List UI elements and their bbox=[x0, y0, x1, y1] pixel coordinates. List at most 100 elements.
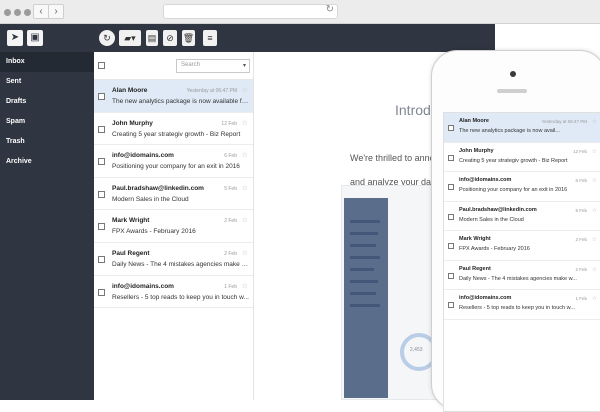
table-row[interactable]: Alan Moore The new analytics package is n… bbox=[444, 113, 600, 143]
star-icon[interactable]: ☆ bbox=[592, 207, 597, 214]
subject-line: Creating 5 year strategiv growth - Biz R… bbox=[112, 130, 241, 138]
spam-button[interactable]: ⊘ bbox=[163, 30, 177, 46]
row-checkbox[interactable] bbox=[98, 223, 105, 231]
phone-mockup: Alan Moore The new analytics package is n… bbox=[431, 50, 600, 412]
phone-screen: Alan Moore The new analytics package is n… bbox=[443, 112, 600, 412]
sender-name: Mark Wright bbox=[112, 217, 150, 225]
sidebar-item-archive[interactable]: Archive bbox=[0, 152, 94, 172]
delete-button[interactable]: 🗑 bbox=[182, 30, 195, 46]
chevron-down-icon[interactable]: ▾ bbox=[243, 62, 246, 69]
compose-button[interactable]: ➤ bbox=[7, 30, 23, 46]
row-checkbox[interactable] bbox=[98, 125, 105, 133]
address-bar[interactable]: ↻ bbox=[163, 4, 338, 19]
table-row[interactable]: Paul Regent Daily News - The 4 mistakes a… bbox=[94, 243, 253, 276]
search-placeholder: Search bbox=[181, 62, 201, 68]
star-icon[interactable]: ☆ bbox=[592, 236, 597, 243]
row-checkbox[interactable] bbox=[98, 190, 105, 198]
illustration-line bbox=[350, 256, 380, 259]
row-checkbox[interactable] bbox=[448, 272, 454, 279]
refresh-icon: ↻ bbox=[103, 33, 111, 43]
row-checkbox[interactable] bbox=[98, 255, 105, 263]
move-folder-button[interactable]: ▰▾ bbox=[119, 30, 141, 46]
archive-icon: ▤ bbox=[147, 33, 157, 43]
table-row[interactable]: John Murphy Creating 5 year strategiv gro… bbox=[94, 113, 253, 146]
illustration-sidebar bbox=[344, 198, 388, 398]
sender-name: Paul Regent bbox=[459, 265, 491, 272]
table-row[interactable]: Paul.bradshaw@linkedin.com Modern Sales i… bbox=[94, 178, 253, 211]
chevron-right-icon: › bbox=[54, 6, 58, 17]
sender-name: John Murphy bbox=[112, 119, 153, 127]
contacts-icon: ▣ bbox=[30, 32, 40, 43]
table-row[interactable]: Alan Moore The new analytics package is n… bbox=[94, 80, 253, 113]
table-row[interactable]: Mark Wright FPX Awards - February 2016 2 F… bbox=[444, 231, 600, 261]
refresh-button[interactable]: ↻ bbox=[99, 30, 115, 46]
reload-icon[interactable]: ↻ bbox=[326, 4, 334, 15]
chevron-left-icon: ‹ bbox=[39, 6, 43, 17]
subject-line: Modern Sales in the Cloud bbox=[112, 195, 189, 203]
menu-button[interactable]: ≡ bbox=[203, 30, 217, 46]
row-checkbox[interactable] bbox=[98, 158, 105, 166]
table-row[interactable]: info@idomains.com Positioning your compan… bbox=[94, 145, 253, 178]
row-checkbox[interactable] bbox=[448, 243, 454, 249]
block-icon: ⊘ bbox=[166, 33, 174, 43]
star-icon[interactable]: ☆ bbox=[242, 86, 248, 94]
star-icon[interactable]: ☆ bbox=[242, 282, 248, 290]
forward-button[interactable]: › bbox=[48, 4, 64, 19]
window-close-dot[interactable] bbox=[4, 9, 11, 16]
sidebar-item-inbox[interactable]: Inbox bbox=[0, 52, 94, 72]
date-label: 2 Feb bbox=[575, 266, 587, 272]
table-row[interactable]: info@idomains.com Resellers - 5 top reads… bbox=[94, 276, 253, 309]
star-icon[interactable]: ☆ bbox=[592, 177, 597, 184]
sender-name: Paul.bradshaw@linkedin.com bbox=[459, 206, 537, 213]
star-icon[interactable]: ☆ bbox=[242, 151, 248, 159]
back-button[interactable]: ‹ bbox=[33, 4, 49, 19]
row-checkbox[interactable] bbox=[448, 213, 454, 220]
sender-name: Paul.bradshaw@linkedin.com bbox=[112, 184, 204, 192]
star-icon[interactable]: ☆ bbox=[592, 295, 597, 302]
table-row[interactable]: Mark Wright FPX Awards - February 2016 2 F… bbox=[94, 210, 253, 243]
select-all-checkbox[interactable] bbox=[98, 62, 105, 69]
browser-window: ‹ › ↻ ➤ ▣ Inbox Sent Drafts Spam Trash A… bbox=[0, 0, 600, 412]
sidebar-item-drafts[interactable]: Drafts bbox=[0, 92, 94, 112]
row-checkbox[interactable] bbox=[448, 184, 454, 190]
table-row[interactable]: info@idomains.com Resellers - 5 top reads… bbox=[444, 290, 600, 320]
star-icon[interactable]: ☆ bbox=[242, 249, 248, 257]
star-icon[interactable]: ☆ bbox=[242, 216, 248, 224]
subject-line: Resellers - 5 top reads to keep you in t… bbox=[112, 293, 249, 301]
row-checkbox[interactable] bbox=[98, 288, 105, 296]
table-row[interactable]: Paul.bradshaw@linkedin.com Modern Sales i… bbox=[444, 202, 600, 231]
contacts-button[interactable]: ▣ bbox=[27, 30, 43, 46]
row-checkbox[interactable] bbox=[448, 154, 454, 161]
browser-toolbar: ‹ › ↻ bbox=[0, 0, 600, 24]
star-icon[interactable]: ☆ bbox=[242, 119, 248, 127]
sidebar-item-sent[interactable]: Sent bbox=[0, 72, 94, 92]
row-checkbox[interactable] bbox=[448, 302, 454, 308]
search-input[interactable]: Search ▾ bbox=[176, 59, 250, 73]
table-row[interactable]: John Murphy Creating 5 year strategiv gro… bbox=[444, 143, 600, 172]
date-label: 2 Feb bbox=[575, 237, 587, 242]
row-checkbox[interactable] bbox=[98, 93, 105, 100]
star-icon[interactable]: ☆ bbox=[242, 184, 248, 192]
star-icon[interactable]: ☆ bbox=[592, 148, 597, 155]
message-list-header: Search ▾ bbox=[94, 52, 253, 80]
table-row[interactable]: info@idomains.com Positioning your compan… bbox=[444, 172, 600, 202]
sender-name: Alan Moore bbox=[112, 87, 148, 94]
send-icon: ➤ bbox=[10, 32, 20, 43]
sender-name: Paul Regent bbox=[112, 249, 150, 257]
window-minimize-dot[interactable] bbox=[14, 9, 21, 16]
window-zoom-dot[interactable] bbox=[24, 9, 31, 16]
table-row[interactable]: Paul Regent Daily News - The 4 mistakes a… bbox=[444, 261, 600, 290]
star-icon[interactable]: ☆ bbox=[592, 266, 597, 273]
sidebar-item-spam[interactable]: Spam bbox=[0, 112, 94, 132]
sidebar-toolbar: ➤ ▣ bbox=[0, 24, 94, 52]
date-label: 5 Feb bbox=[224, 185, 237, 192]
sender-name: info@idomains.com bbox=[112, 282, 174, 290]
sidebar-item-trash[interactable]: Trash bbox=[0, 132, 94, 152]
sender-name: Alan Moore bbox=[459, 118, 489, 124]
menu-icon: ≡ bbox=[207, 33, 213, 43]
folder-sidebar: ➤ ▣ Inbox Sent Drafts Spam Trash Archive bbox=[0, 24, 94, 400]
row-checkbox[interactable] bbox=[448, 125, 454, 131]
donut-value: 2,453 bbox=[410, 347, 423, 353]
star-icon[interactable]: ☆ bbox=[592, 118, 597, 125]
archive-button[interactable]: ▤ bbox=[146, 30, 158, 46]
